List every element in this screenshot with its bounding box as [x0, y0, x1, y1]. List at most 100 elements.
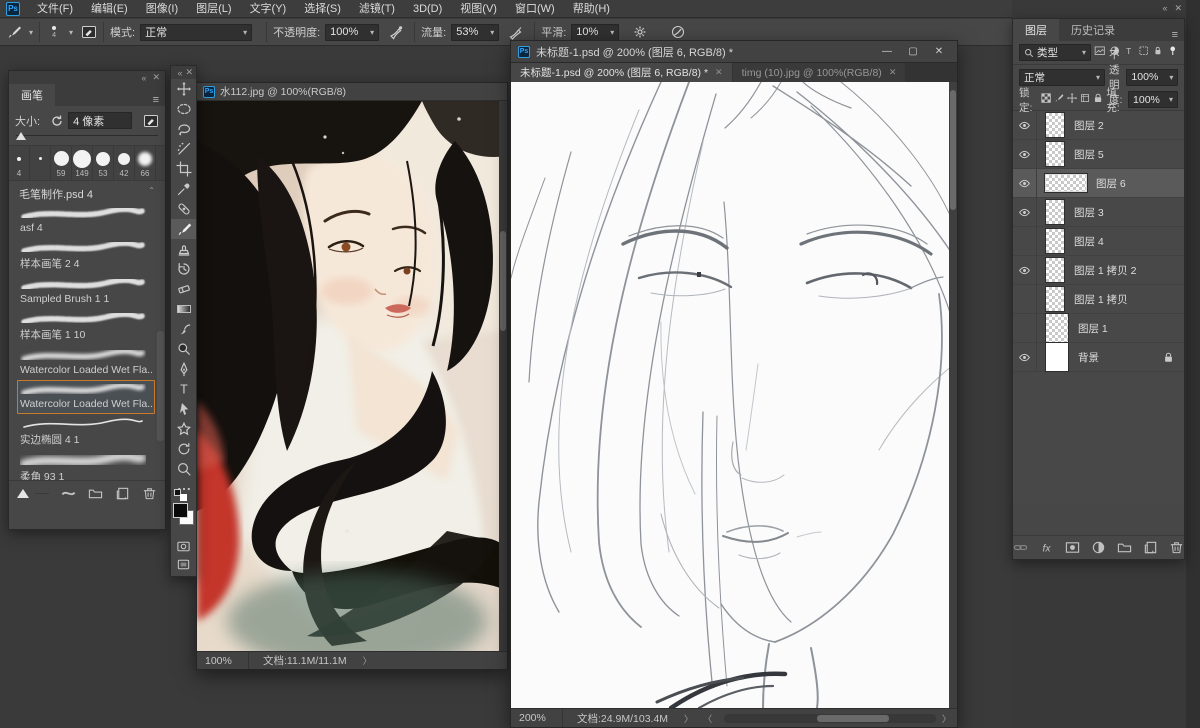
brush-tool[interactable] [171, 219, 196, 239]
lock-transparent-pixels-icon[interactable] [1041, 93, 1051, 106]
shape-tool[interactable] [171, 419, 196, 439]
quick-mask-button[interactable] [171, 537, 196, 555]
brush-settings-icon[interactable] [143, 113, 159, 129]
layer-name[interactable]: 图层 1 [1078, 321, 1108, 336]
new-brush-icon[interactable] [115, 486, 130, 501]
lock-position-icon[interactable] [1067, 93, 1077, 106]
layer-visibility-toggle[interactable] [1013, 285, 1037, 313]
dodge-tool[interactable] [171, 339, 196, 359]
new-group-icon[interactable] [1117, 540, 1132, 555]
airbrush-opacity-pressure-icon[interactable] [388, 24, 404, 40]
doc2-status-menu-arrow[interactable]: 〉 [684, 712, 693, 725]
layer-visibility-toggle[interactable] [1013, 198, 1037, 226]
brush-tool-preset[interactable]: ▾ [6, 24, 33, 40]
brush-preset[interactable]: 实边椭圆 4 1 [17, 414, 155, 451]
layer-opacity-select[interactable]: 100%▾ [1126, 69, 1178, 86]
menu-item-10[interactable]: 窗口(W) [506, 0, 564, 18]
layer-thumbnail[interactable] [1045, 313, 1069, 343]
brush-preset[interactable]: Sampled Brush 1 1 [17, 275, 155, 309]
blend-mode-select[interactable]: 正常▾ [140, 24, 252, 41]
menu-item-11[interactable]: 帮助(H) [564, 0, 619, 18]
crop-tool[interactable] [171, 159, 196, 179]
magic-wand-tool[interactable] [171, 139, 196, 159]
collapse-panel-icon[interactable]: « [141, 73, 146, 83]
layer-thumbnail[interactable] [1045, 112, 1065, 138]
layer-thumbnail[interactable] [1045, 257, 1065, 283]
close-panel-icon[interactable]: ✕ [152, 72, 160, 83]
layer-styles-fx-icon[interactable]: fx [1039, 540, 1054, 555]
doc2-zoom-level[interactable]: 200% [511, 709, 563, 727]
layer-visibility-toggle[interactable] [1013, 314, 1037, 342]
menu-item-5[interactable]: 文字(Y) [241, 0, 296, 18]
layer-visibility-toggle[interactable] [1013, 169, 1037, 197]
layer-thumbnail[interactable] [1045, 342, 1069, 372]
close-panel-icon[interactable]: ✕ [185, 67, 193, 78]
menu-item-1[interactable]: 文件(F) [28, 0, 82, 18]
brush-tip-53[interactable]: 53 [93, 146, 114, 180]
close-dock-icon[interactable]: ✕ [1174, 3, 1182, 14]
doc2-vertical-scrollbar[interactable] [949, 82, 957, 708]
layer-thumbnail[interactable] [1045, 199, 1065, 225]
flow-select[interactable]: 53%▾ [451, 24, 499, 41]
brush-tip-66[interactable]: 66 [135, 146, 156, 180]
brush-preset[interactable]: Watercolor Loaded Wet Fla.. [17, 346, 155, 380]
airbrush-toggle-icon[interactable] [508, 24, 524, 40]
brush-tip-59[interactable]: 59 [51, 146, 72, 180]
layer-thumbnail[interactable] [1045, 228, 1065, 254]
layer-name[interactable]: 图层 1 拷贝 [1074, 292, 1128, 307]
photoshop-logo[interactable]: Ps [6, 2, 20, 16]
new-group-folder-icon[interactable] [88, 486, 103, 501]
menu-item-3[interactable]: 图像(I) [137, 0, 187, 18]
zoom-tool[interactable] [171, 459, 196, 479]
layer-row-图层-2[interactable]: 图层 2 [1013, 111, 1184, 140]
layer-row-背景[interactable]: 背景 [1013, 343, 1184, 372]
layer-name[interactable]: 图层 2 [1074, 118, 1104, 133]
menu-item-9[interactable]: 视图(V) [451, 0, 506, 18]
tab-brushes[interactable]: 画笔 [9, 84, 55, 106]
lock-all-icon[interactable] [1093, 93, 1103, 106]
foreground-color-swatch[interactable] [173, 503, 188, 518]
lock-artboard-icon[interactable] [1080, 93, 1090, 106]
doc1-canvas[interactable] [197, 101, 507, 651]
tab-close-icon[interactable]: ✕ [715, 67, 723, 78]
move-tool[interactable] [171, 79, 196, 99]
doc1-title-bar[interactable]: Ps 水112.jpg @ 100%(RGB/8) [197, 83, 507, 101]
maximize-button[interactable]: ▢ [902, 44, 924, 59]
new-layer-icon[interactable] [1143, 540, 1158, 555]
brush-tip-4[interactable]: 4 [9, 146, 30, 180]
layer-row-图层-1-拷贝[interactable]: 图层 1 拷贝 [1013, 285, 1184, 314]
smoothing-select[interactable]: 10%▾ [571, 24, 619, 41]
history-brush-tool[interactable] [171, 259, 196, 279]
document-tab-1[interactable]: 未标题-1.psd @ 200% (图层 6, RGB/8) *✕ [511, 63, 732, 82]
doc1-zoom-level[interactable]: 100% [197, 652, 249, 669]
path-select-tool[interactable] [171, 399, 196, 419]
layer-visibility-toggle[interactable] [1013, 227, 1037, 255]
panel-menu-icon[interactable]: ≡ [153, 94, 159, 106]
menu-item-4[interactable]: 图层(L) [187, 0, 240, 18]
brush-preset[interactable]: asf 4 [17, 204, 155, 238]
brush-tip-small-1[interactable] [30, 146, 51, 180]
menu-item-2[interactable]: 编辑(E) [82, 0, 137, 18]
scroll-right-arrow[interactable]: 〉 [942, 712, 951, 725]
layer-fill-select[interactable]: 100%▾ [1128, 91, 1178, 108]
pen-tool[interactable] [171, 359, 196, 379]
stroke-preview-icon[interactable] [61, 486, 76, 501]
doc2-title-bar[interactable]: Ps 未标题-1.psd @ 200% (图层 6, RGB/8) * — ▢ … [511, 41, 957, 62]
lasso-tool[interactable] [171, 119, 196, 139]
smoothing-gear-icon[interactable] [632, 24, 648, 40]
add-layer-mask-icon[interactable] [1065, 540, 1080, 555]
smudge-tool[interactable] [171, 319, 196, 339]
opacity-select[interactable]: 100%▾ [325, 24, 379, 41]
layer-row-图层-5[interactable]: 图层 5 [1013, 140, 1184, 169]
live-tip-preview-icon[interactable] [17, 489, 29, 498]
brush-preset[interactable]: 柔角 93 1 [17, 451, 155, 481]
layer-visibility-toggle[interactable] [1013, 256, 1037, 284]
layer-visibility-toggle[interactable] [1013, 343, 1037, 371]
healing-brush-tool[interactable] [171, 199, 196, 219]
layer-thumbnail[interactable] [1045, 286, 1065, 312]
gradient-tool[interactable] [171, 299, 196, 319]
layer-name[interactable]: 图层 1 拷贝 2 [1074, 263, 1136, 278]
filter-toggle-pin[interactable] [1167, 45, 1179, 60]
doc2-horizontal-scrollbar[interactable] [724, 714, 936, 723]
delete-layer-trash-icon[interactable] [1169, 540, 1184, 555]
